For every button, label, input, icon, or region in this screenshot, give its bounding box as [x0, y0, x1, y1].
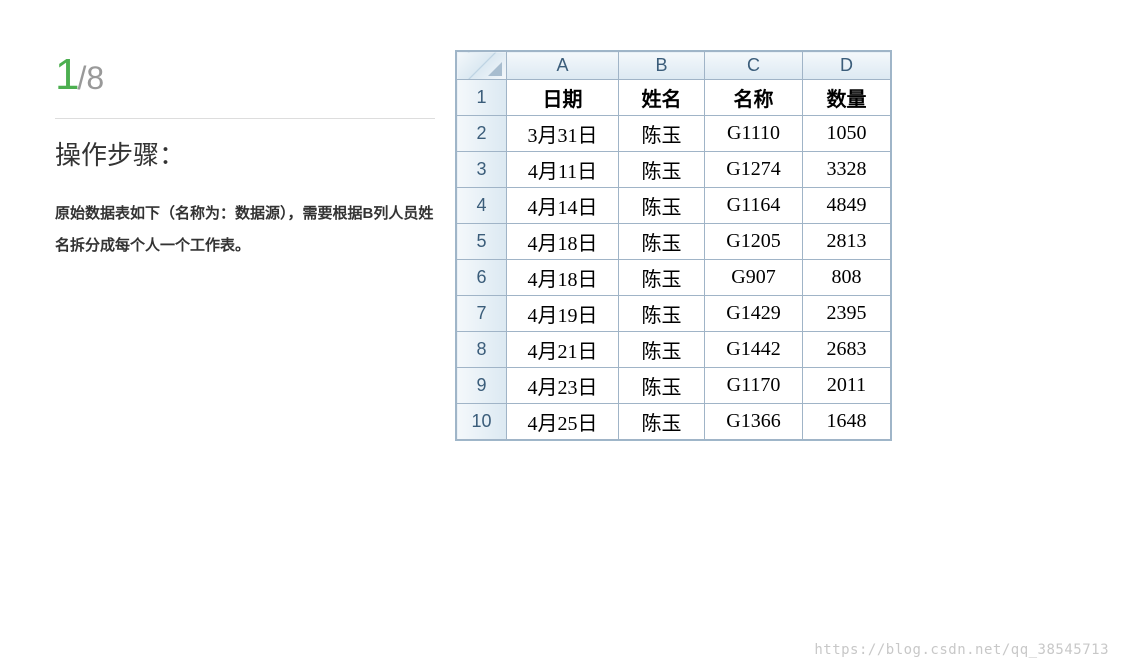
data-cell: G1170 [705, 368, 803, 404]
data-cell: G1442 [705, 332, 803, 368]
data-cell: 4月18日 [507, 260, 619, 296]
data-cell: 陈玉 [619, 368, 705, 404]
table-row: 5 4月18日 陈玉 G1205 2813 [457, 224, 891, 260]
select-all-corner [457, 52, 507, 80]
row-header: 5 [457, 224, 507, 260]
watermark-text: https://blog.csdn.net/qq_38545713 [814, 642, 1109, 658]
row-header: 7 [457, 296, 507, 332]
data-cell: G907 [705, 260, 803, 296]
data-cell: 808 [803, 260, 891, 296]
row-header: 8 [457, 332, 507, 368]
data-cell: 4849 [803, 188, 891, 224]
data-cell: 陈玉 [619, 224, 705, 260]
table-row: 8 4月21日 陈玉 G1442 2683 [457, 332, 891, 368]
data-cell: 4月25日 [507, 404, 619, 440]
row-header: 9 [457, 368, 507, 404]
divider [55, 118, 435, 119]
col-header-c: C [705, 52, 803, 80]
row-header: 1 [457, 80, 507, 116]
table-row: 1 日期 姓名 名称 数量 [457, 80, 891, 116]
section-title: 操作步骤： [55, 135, 435, 172]
col-header-b: B [619, 52, 705, 80]
data-cell: 陈玉 [619, 404, 705, 440]
excel-screenshot: A B C D 1 日期 姓名 名称 数量 2 3月31日 陈玉 G1110 [455, 50, 892, 441]
data-cell: 2813 [803, 224, 891, 260]
data-cell: 4月18日 [507, 224, 619, 260]
table-row: 10 4月25日 陈玉 G1366 1648 [457, 404, 891, 440]
row-header: 10 [457, 404, 507, 440]
table-row: 9 4月23日 陈玉 G1170 2011 [457, 368, 891, 404]
row-header: 3 [457, 152, 507, 188]
description-text: 原始数据表如下（名称为：数据源），需要根据B列人员姓名拆分成每个人一个工作表。 [55, 198, 435, 261]
data-cell: 3月31日 [507, 116, 619, 152]
data-cell: 4月23日 [507, 368, 619, 404]
step-current: 1 [55, 50, 77, 99]
data-cell: G1110 [705, 116, 803, 152]
header-cell: 名称 [705, 80, 803, 116]
header-cell: 日期 [507, 80, 619, 116]
data-cell: 2683 [803, 332, 891, 368]
data-cell: 陈玉 [619, 296, 705, 332]
step-counter: 1/8 [55, 50, 435, 100]
header-cell: 姓名 [619, 80, 705, 116]
data-cell: 陈玉 [619, 116, 705, 152]
right-panel: A B C D 1 日期 姓名 名称 数量 2 3月31日 陈玉 G1110 [435, 50, 1139, 446]
column-header-row: A B C D [457, 52, 891, 80]
table-row: 4 4月14日 陈玉 G1164 4849 [457, 188, 891, 224]
data-cell: 4月21日 [507, 332, 619, 368]
data-cell: G1429 [705, 296, 803, 332]
data-cell: G1205 [705, 224, 803, 260]
excel-table: A B C D 1 日期 姓名 名称 数量 2 3月31日 陈玉 G1110 [456, 51, 891, 440]
data-cell: 2395 [803, 296, 891, 332]
table-row: 7 4月19日 陈玉 G1429 2395 [457, 296, 891, 332]
row-header: 6 [457, 260, 507, 296]
data-cell: 陈玉 [619, 188, 705, 224]
table-row: 6 4月18日 陈玉 G907 808 [457, 260, 891, 296]
data-cell: G1164 [705, 188, 803, 224]
data-cell: 4月14日 [507, 188, 619, 224]
data-cell: 3328 [803, 152, 891, 188]
left-panel: 1/8 操作步骤： 原始数据表如下（名称为：数据源），需要根据B列人员姓名拆分成… [55, 50, 435, 446]
page-container: 1/8 操作步骤： 原始数据表如下（名称为：数据源），需要根据B列人员姓名拆分成… [0, 0, 1139, 446]
data-cell: 陈玉 [619, 152, 705, 188]
data-cell: 1050 [803, 116, 891, 152]
table-row: 2 3月31日 陈玉 G1110 1050 [457, 116, 891, 152]
data-cell: G1274 [705, 152, 803, 188]
data-cell: 4月19日 [507, 296, 619, 332]
table-row: 3 4月11日 陈玉 G1274 3328 [457, 152, 891, 188]
data-cell: G1366 [705, 404, 803, 440]
data-cell: 陈玉 [619, 260, 705, 296]
data-cell: 4月11日 [507, 152, 619, 188]
header-cell: 数量 [803, 80, 891, 116]
col-header-d: D [803, 52, 891, 80]
data-cell: 1648 [803, 404, 891, 440]
row-header: 2 [457, 116, 507, 152]
data-cell: 陈玉 [619, 332, 705, 368]
row-header: 4 [457, 188, 507, 224]
step-total: /8 [77, 60, 104, 96]
data-cell: 2011 [803, 368, 891, 404]
col-header-a: A [507, 52, 619, 80]
